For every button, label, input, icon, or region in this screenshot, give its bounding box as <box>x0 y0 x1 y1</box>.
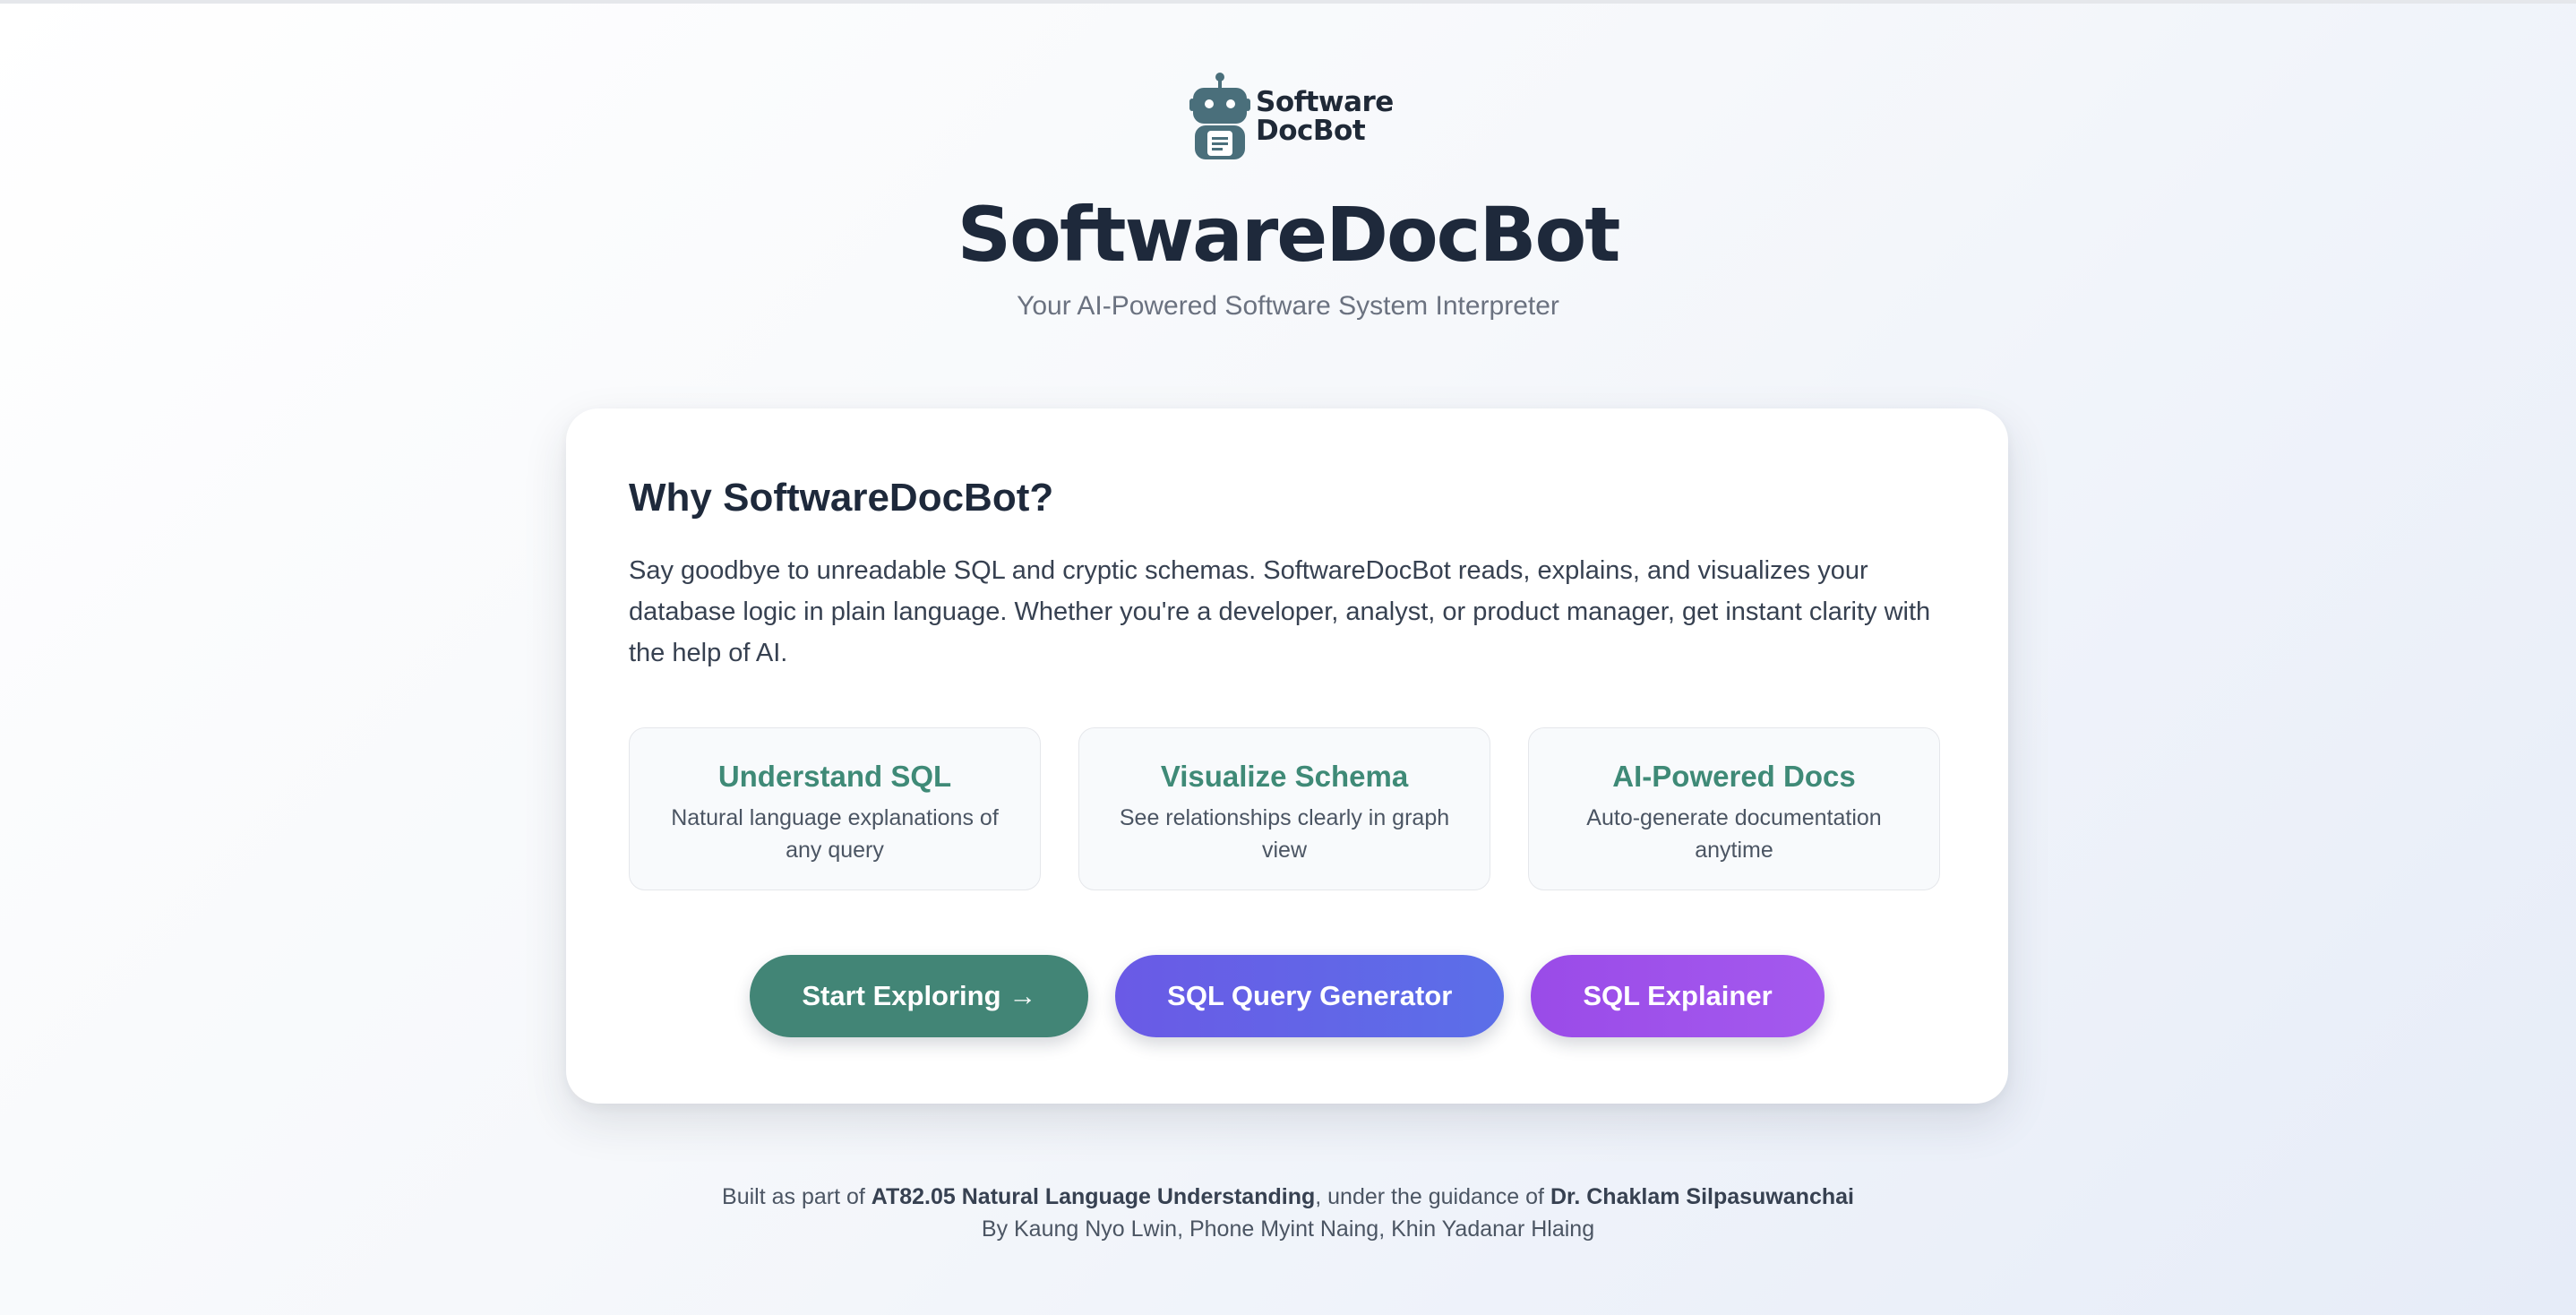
logo-line-2: DocBot <box>1256 115 1366 147</box>
intro-card: Why SoftwareDocBot? Say goodbye to unrea… <box>566 408 2008 1104</box>
feature-title: Visualize Schema <box>1160 760 1409 793</box>
page-subtitle: Your AI-Powered Software System Interpre… <box>1017 291 1559 321</box>
sql-query-generator-button[interactable]: SQL Query Generator <box>1115 955 1505 1037</box>
feature-card-understand-sql: Understand SQL Natural language explanat… <box>629 727 1041 890</box>
feature-description: Auto-generate documentation anytime <box>1586 805 1882 863</box>
card-heading: Why SoftwareDocBot? <box>629 476 1054 520</box>
feature-card-ai-docs: AI-Powered Docs Auto-generate documentat… <box>1528 727 1940 890</box>
sql-explainer-button[interactable]: SQL Explainer <box>1531 955 1825 1037</box>
logo-text: Software DocBot <box>1256 88 1394 145</box>
footer-middle: , under the guidance of <box>1315 1184 1550 1209</box>
footer-credit: Built as part of AT82.05 Natural Languag… <box>0 1181 2576 1213</box>
feature-title: Understand SQL <box>717 760 952 793</box>
footer: Built as part of AT82.05 Natural Languag… <box>0 1181 2576 1245</box>
page-title: SoftwareDocBot <box>957 191 1621 279</box>
start-exploring-button[interactable]: Start Exploring → <box>750 955 1089 1037</box>
robot-icon <box>1189 73 1250 159</box>
footer-prefix: Built as part of <box>722 1184 872 1209</box>
logo-line-1: Software <box>1256 86 1394 118</box>
feature-list: Understand SQL Natural language explanat… <box>629 727 1945 890</box>
top-border <box>0 0 2576 4</box>
feature-card-visualize-schema: Visualize Schema See relationships clear… <box>1078 727 1490 890</box>
card-intro-text: Say goodbye to unreadable SQL and crypti… <box>629 556 1931 667</box>
footer-authors: By Kaung Nyo Lwin, Phone Myint Naing, Kh… <box>981 1216 1595 1242</box>
feature-title: AI-Powered Docs <box>1612 760 1856 793</box>
footer-course: AT82.05 Natural Language Understanding <box>871 1184 1316 1209</box>
action-buttons: Start Exploring → SQL Query Generator SQ… <box>629 955 1945 1037</box>
feature-description: Natural language explanations of any que… <box>671 805 999 863</box>
footer-advisor: Dr. Chaklam Silpasuwanchai <box>1550 1184 1854 1209</box>
app-logo: Software DocBot <box>1189 72 1394 161</box>
feature-description: See relationships clearly in graph view <box>1119 805 1450 863</box>
